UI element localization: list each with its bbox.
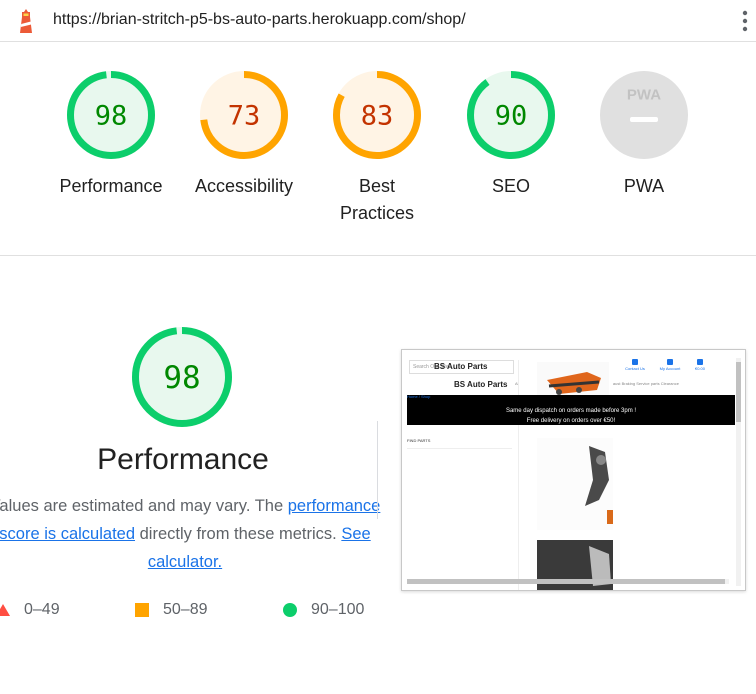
nav-right: Exhaust Braking Service parts Clearance [606,381,679,386]
gauge-seo[interactable]: 90 SEO [446,70,576,200]
report-header: https://brian-stritch-p5-bs-auto-parts.h… [0,0,756,42]
contact-link: Contact Us [620,359,650,371]
gauge-label: PWA [623,176,665,196]
cart-link: €0.00 [685,359,715,371]
user-icon [667,359,673,365]
legend-range: 50–89 [163,601,208,618]
cart-icon [697,359,703,365]
gauge-best-practices[interactable]: 83 Best Practices [312,70,442,227]
gauge-score: 90 [495,101,528,132]
section-divider [0,255,756,256]
legend-average: 50–89 [135,601,208,619]
gauge-score: 98 [95,101,128,132]
pwa-badge-circle [600,71,688,159]
gauge-score: 73 [228,101,261,132]
vertical-scrollbar [736,358,741,586]
brand-logo-2: BS Auto Parts [454,380,508,389]
gauge-label: Accessibility [194,176,294,196]
breadcrumb: Home / Shop [407,394,431,399]
pwa-badge-text: PWA [627,87,661,104]
gauge-accessibility[interactable]: 73 Accessibility [179,70,309,200]
sidebar-heading: FIND PARTS [407,438,512,449]
envelope-icon [632,359,638,365]
brand-logo: BS Auto Parts [434,362,488,371]
account-link: My Account [655,359,685,371]
gauge-score: 98 [163,360,200,396]
more-options-icon[interactable] [738,8,752,34]
legend-range: 90–100 [311,601,365,618]
gauge-score: 83 [361,101,394,132]
gauge-performance[interactable]: 98 Performance [46,70,176,200]
dash-icon [630,117,658,122]
performance-title: Performance [97,443,269,476]
legend-range: 0–49 [24,601,60,618]
page-screenshot[interactable]: Search Our Site BS Auto Parts BS Auto Pa… [401,349,746,591]
square-icon [135,602,149,617]
gauge-pwa[interactable]: PWA PWA [579,70,709,200]
page-url: https://brian-stritch-p5-bs-auto-parts.h… [53,11,466,28]
promo-banner: Same day dispatch on orders made before … [407,395,735,425]
legend-pass: 90–100 [283,601,364,619]
gauge-label: Performance [59,176,163,196]
horizontal-scrollbar [407,579,729,584]
gauge-label: Best Practices [339,176,415,223]
description-text-2: directly from these metrics. [139,525,337,543]
gauge-label: SEO [491,176,530,196]
vertical-separator [377,421,378,519]
triangle-icon [0,603,10,616]
performance-gauge-large: 98 [117,326,247,428]
lighthouse-icon [20,9,32,33]
legend-fail: 0–49 [0,601,60,619]
circle-icon [283,602,297,617]
description-text: Values are estimated and may vary. The [0,497,284,515]
performance-description: Values are estimated and may vary. The p… [0,492,390,576]
